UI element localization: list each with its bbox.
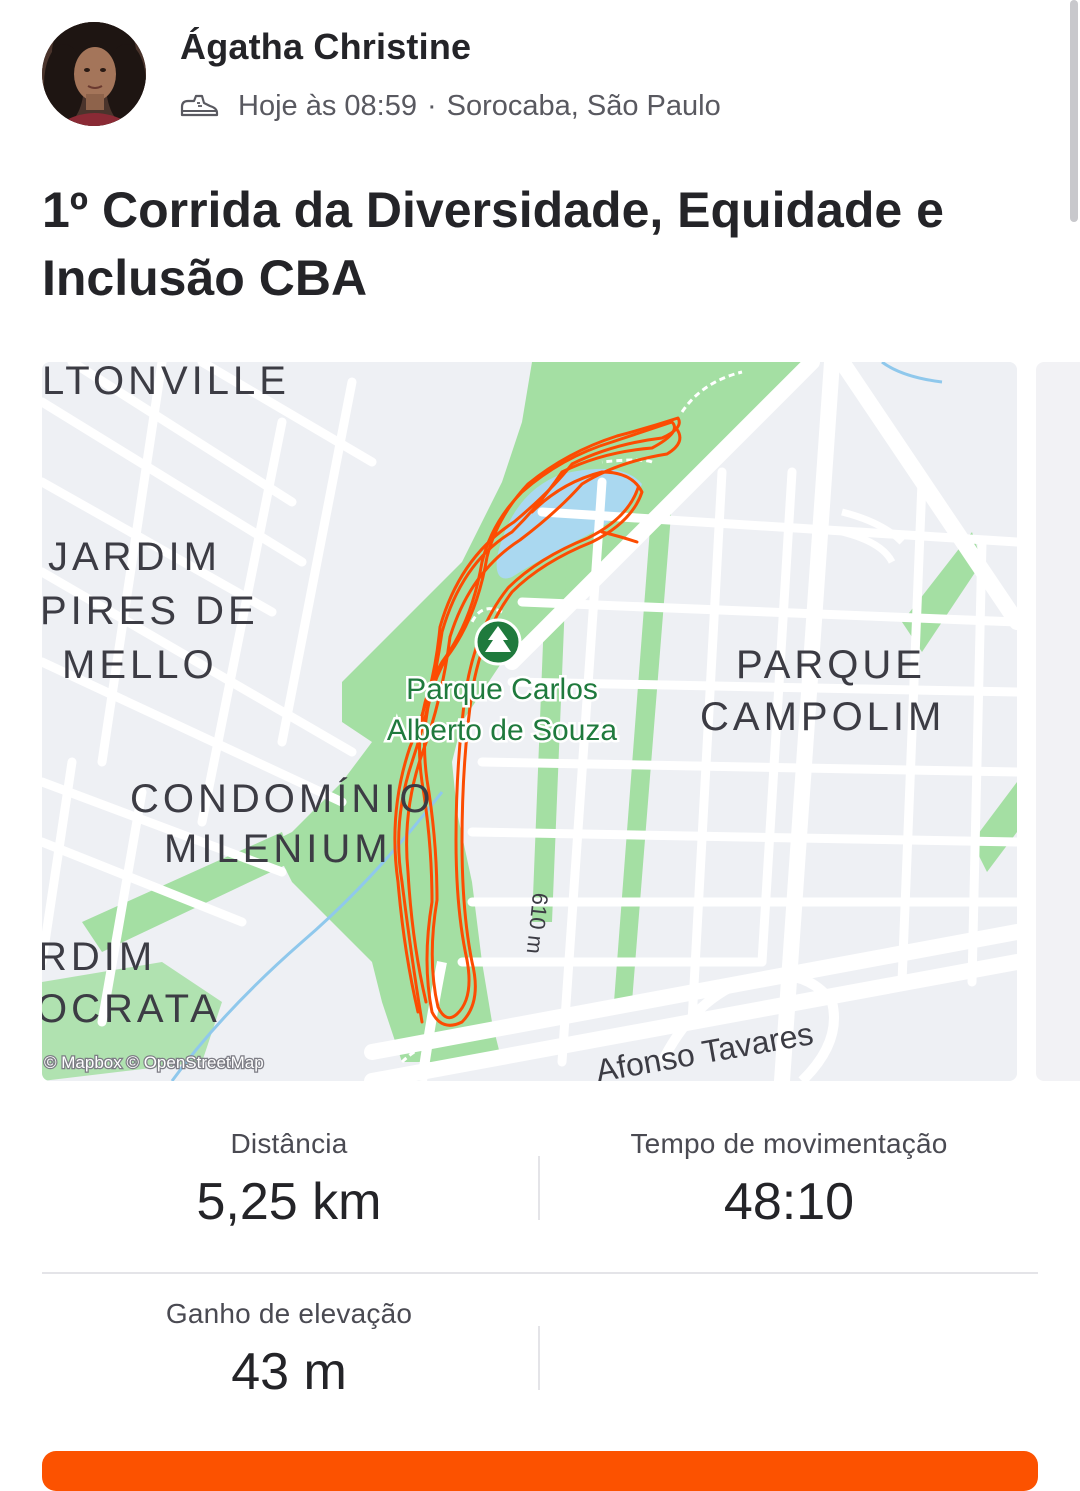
map-label-rdim: RDIM [42, 935, 156, 979]
elevation-value: 43 m [231, 1343, 347, 1401]
stat-moving-time: Tempo de movimentação 48:10 [542, 1128, 1036, 1232]
shoe-icon [180, 94, 219, 117]
map-attribution[interactable]: © Mapbox © OpenStreetMap [43, 1052, 265, 1074]
athlete-name[interactable]: Ágatha Christine [180, 26, 471, 68]
map-label-pires-de: PIRES DE [42, 589, 259, 633]
activity-time: Hoje às 08:59 [238, 89, 417, 122]
distance-label: Distância [230, 1128, 348, 1159]
activity-title[interactable]: 1º Corrida da Diversidade, Equidade e In… [42, 176, 1032, 312]
map-label-mello: MELLO [62, 643, 218, 687]
stat-divider [538, 1326, 540, 1390]
park-name-line2: Alberto de Souza [387, 714, 617, 747]
route-map[interactable]: LTONVILLE JARDIM PIRES DE MELLO CONDOMÍN… [42, 362, 1017, 1081]
tree-icon [474, 618, 522, 666]
activity-header: Ágatha Christine Hoje às 08:59 · Sorocab… [42, 20, 1042, 130]
elevation-label: Ganho de elevação [165, 1298, 413, 1329]
action-button[interactable] [42, 1451, 1038, 1491]
map-label-jardim: JARDIM [48, 535, 221, 579]
activity-meta: Hoje às 08:59 · Sorocaba, São Paulo [180, 86, 721, 126]
stat-divider [538, 1156, 540, 1220]
map-label-milenium: MILENIUM [164, 827, 392, 871]
scrollbar-thumb[interactable] [1070, 0, 1078, 222]
moving-time-label: Tempo de movimentação [630, 1128, 948, 1159]
activity-location: Sorocaba, São Paulo [446, 89, 721, 122]
stats-row-divider [42, 1272, 1038, 1274]
next-media-card[interactable] [1036, 362, 1080, 1081]
avatar[interactable] [42, 22, 146, 126]
map-label-campolim: CAMPOLIM [700, 695, 945, 739]
park-name-line1: Parque Carlos [406, 673, 598, 706]
distance-value: 5,25 km [196, 1173, 382, 1231]
meta-separator: · [426, 89, 437, 122]
map-label-parque: PARQUE [736, 643, 926, 687]
stat-distance: Distância 5,25 km [42, 1128, 536, 1232]
stat-elevation: Ganho de elevação 43 m [42, 1298, 536, 1402]
moving-time-value: 48:10 [723, 1173, 855, 1231]
map-label-ocrata: OCRATA [42, 987, 221, 1031]
map-label-ltonville: LTONVILLE [42, 362, 290, 403]
map-label-condominio: CONDOMÍNIO [130, 776, 434, 821]
